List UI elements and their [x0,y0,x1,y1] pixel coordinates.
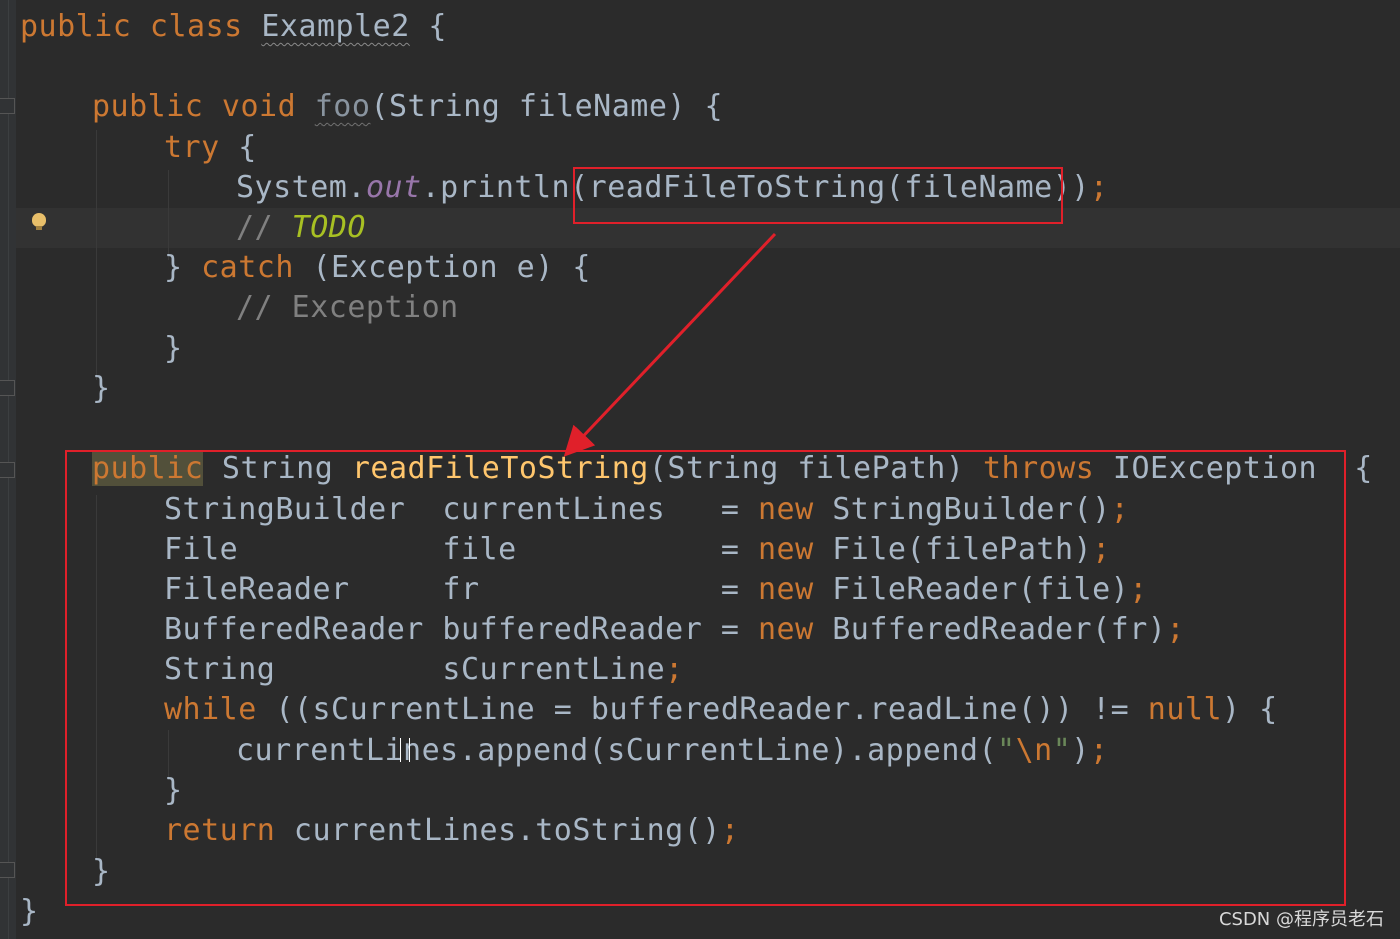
watermark: CSDN @程序员老石 [1218,909,1384,930]
annotation-arrow [563,232,777,457]
